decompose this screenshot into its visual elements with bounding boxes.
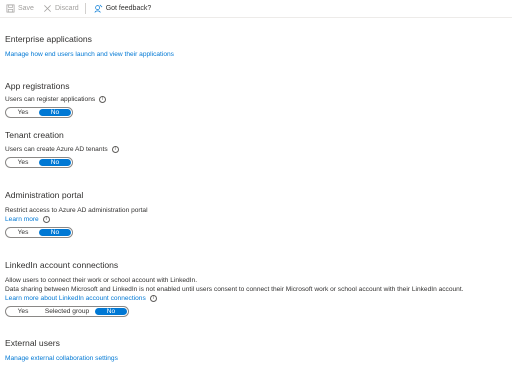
feedback-icon <box>94 4 103 13</box>
section-title-linkedin-account-connections: LinkedIn account connections <box>5 260 119 270</box>
toggle-option-yes[interactable]: Yes <box>7 109 39 116</box>
manage-external-collaboration-link[interactable]: Manage external collaboration settings <box>5 355 118 362</box>
admin-portal-learn-more-row: Learn more <box>5 216 50 223</box>
feedback-label: Got feedback? <box>105 5 152 12</box>
toggle-option-no[interactable]: No <box>39 229 71 236</box>
toggle-option-no[interactable]: No <box>39 159 71 166</box>
save-label: Save <box>18 5 34 12</box>
admin-portal-toggle: Yes No <box>5 227 73 238</box>
discard-label: Discard <box>54 5 79 12</box>
learn-more-link[interactable]: Learn more <box>5 216 39 223</box>
manage-enterprise-apps-link[interactable]: Manage how end users launch and view the… <box>5 51 174 58</box>
toggle-option-yes[interactable]: Yes <box>7 308 39 315</box>
toggle-option-no[interactable]: No <box>95 308 127 315</box>
section-title-administration-portal: Administration portal <box>5 190 84 200</box>
linkedin-learn-more-row: Learn more about LinkedIn account connec… <box>5 295 157 302</box>
linkedin-description-line1: Allow users to connect their work or sch… <box>5 277 198 284</box>
app-registrations-label-text: Users can register applications <box>5 96 96 103</box>
linkedin-learn-more-link[interactable]: Learn more about LinkedIn account connec… <box>5 295 146 302</box>
info-icon[interactable] <box>111 146 119 153</box>
feedback-button[interactable]: Got feedback? <box>94 4 152 13</box>
tenant-creation-label-text: Users can create Azure AD tenants <box>5 146 108 153</box>
section-title-app-registrations: App registrations <box>5 81 70 91</box>
save-button[interactable]: Save <box>6 4 34 13</box>
app-registrations-label: Users can register applications <box>5 96 107 103</box>
info-icon[interactable] <box>149 295 157 302</box>
linkedin-description-line2: Data sharing between Microsoft and Linke… <box>5 286 464 293</box>
toggle-option-yes[interactable]: Yes <box>7 159 39 166</box>
section-title-enterprise-applications: Enterprise applications <box>5 34 92 44</box>
discard-button[interactable]: Discard <box>43 4 79 13</box>
section-title-external-users: External users <box>5 338 60 348</box>
section-title-tenant-creation: Tenant creation <box>5 130 64 140</box>
toggle-option-no[interactable]: No <box>39 109 71 116</box>
close-icon <box>44 5 51 12</box>
save-icon <box>6 4 15 13</box>
app-registrations-toggle: Yes No <box>5 107 73 118</box>
tenant-creation-toggle: Yes No <box>5 157 73 168</box>
tenant-creation-label: Users can create Azure AD tenants <box>5 146 119 153</box>
command-bar: Save Discard Got feedback? <box>0 0 512 18</box>
admin-portal-label: Restrict access to Azure AD administrati… <box>5 207 148 214</box>
toolbar-divider <box>84 3 86 14</box>
linkedin-toggle: Yes Selected group No <box>5 306 129 317</box>
info-icon[interactable] <box>42 216 50 223</box>
toggle-option-yes[interactable]: Yes <box>7 229 39 236</box>
toggle-option-selected-group[interactable]: Selected group <box>39 308 95 315</box>
info-icon[interactable] <box>99 96 107 103</box>
